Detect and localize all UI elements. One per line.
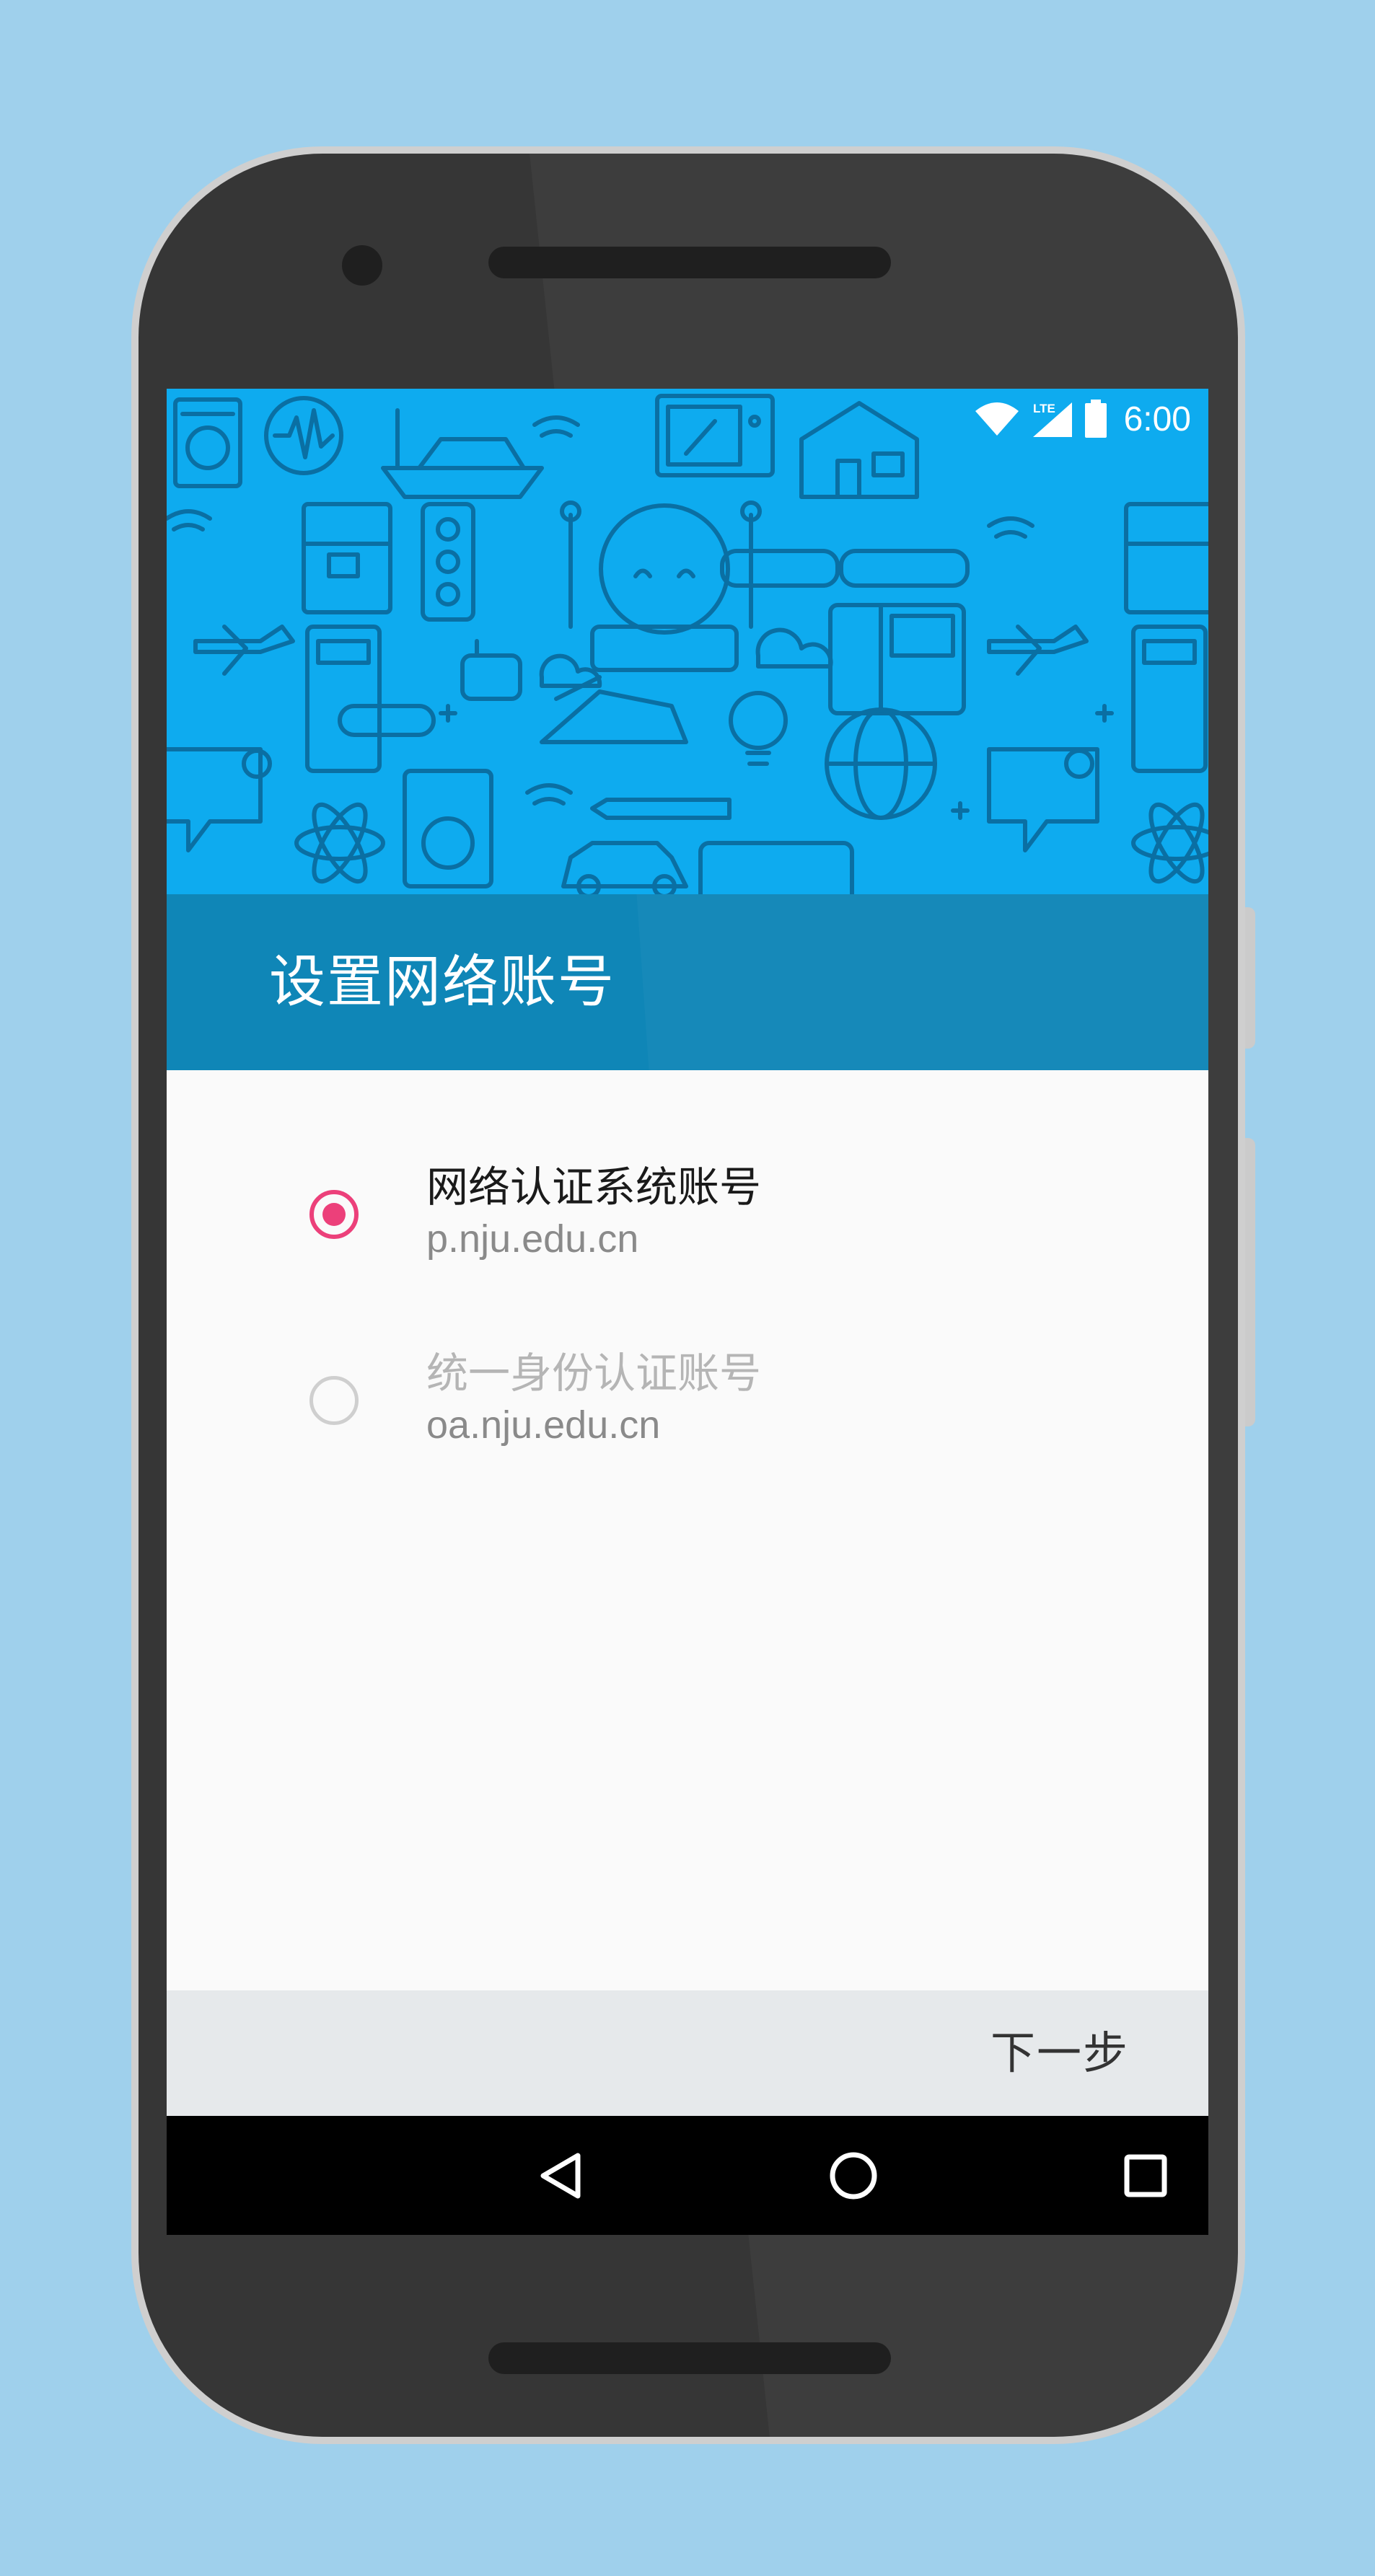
wifi-icon <box>975 402 1019 436</box>
battery-icon <box>1084 400 1107 438</box>
option-network-auth[interactable]: 网络认证系统账号 p.nju.edu.cn <box>167 1113 1208 1287</box>
page-title: 设置网络账号 <box>269 950 616 1015</box>
recents-icon[interactable] <box>1110 2140 1182 2212</box>
volume-button <box>1245 1138 1255 1426</box>
bottom-action-bar: 下一步 <box>167 1990 1208 2116</box>
device-screen: LTE 6:00 设置网络账号 网络认证系统账号 p.nju.edu.cn 统一… <box>167 389 1208 2235</box>
bottom-speaker <box>488 2342 891 2374</box>
front-camera <box>342 245 382 286</box>
option-title: 网络认证系统账号 <box>426 1163 762 1212</box>
status-time: 6:00 <box>1123 400 1191 438</box>
radio-checked-icon[interactable] <box>309 1190 359 1239</box>
title-bar: 设置网络账号 <box>167 894 1208 1070</box>
back-icon[interactable] <box>526 2140 598 2212</box>
status-bar: LTE 6:00 <box>974 397 1191 441</box>
option-subtitle: p.nju.edu.cn <box>426 1217 639 1261</box>
cell-signal-icon: LTE <box>1032 402 1072 437</box>
option-subtitle: oa.nju.edu.cn <box>426 1403 661 1447</box>
radio-unchecked-icon[interactable] <box>309 1376 359 1425</box>
next-button[interactable]: 下一步 <box>990 1990 1129 2116</box>
title-bar-shade <box>636 894 1208 1070</box>
network-type-label: LTE <box>1033 402 1055 415</box>
option-unified-auth[interactable]: 统一身份认证账号 oa.nju.edu.cn <box>167 1300 1208 1473</box>
option-title: 统一身份认证账号 <box>426 1349 762 1398</box>
power-button <box>1245 907 1255 1049</box>
header-illustration: LTE 6:00 <box>167 389 1208 894</box>
navigation-bar <box>167 2116 1208 2235</box>
appliances-pattern-illustration <box>167 394 1208 894</box>
top-speaker <box>488 247 891 278</box>
home-icon[interactable] <box>817 2140 889 2212</box>
